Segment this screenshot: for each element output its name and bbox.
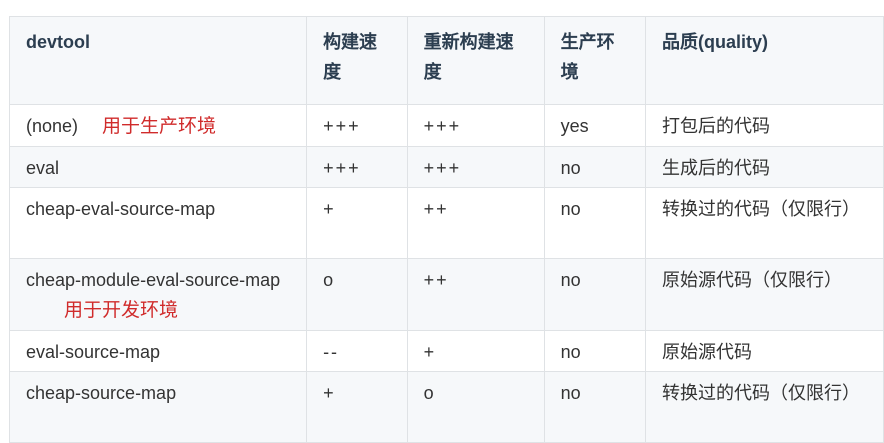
cell-rebuild-speed: +++ [406, 104, 545, 147]
header-rebuild-speed: 重新构建速度 [406, 16, 545, 105]
cell-quality: 打包后的代码 [644, 104, 884, 147]
cell-quality: 转换过的代码（仅限行） [644, 187, 884, 259]
cell-build-speed: + [306, 371, 408, 443]
header-build-speed: 构建速度 [306, 16, 408, 105]
cell-production: no [543, 146, 646, 188]
devtool-value: (none) [26, 116, 79, 136]
devtool-comparison-table: devtool 构建速度 重新构建速度 生产环境 品质(quality) (no… [8, 16, 884, 443]
table-header-row: devtool 构建速度 重新构建速度 生产环境 品质(quality) [8, 16, 884, 105]
cell-build-speed: +++ [306, 146, 408, 188]
cell-build-speed: o [306, 258, 408, 331]
cell-rebuild-speed: + [406, 330, 545, 372]
table-row: eval-source-map -- + no 原始源代码 [8, 330, 884, 372]
cell-devtool: eval-source-map [8, 330, 308, 372]
cell-rebuild-speed: ++ [406, 187, 545, 259]
devtool-value: cheap-module-eval-source-map [26, 270, 281, 290]
table-row: eval +++ +++ no 生成后的代码 [8, 146, 884, 188]
cell-production: no [543, 330, 646, 372]
table-row: cheap-eval-source-map + ++ no 转换过的代码（仅限行… [8, 187, 884, 259]
cell-rebuild-speed: o [406, 371, 545, 443]
cell-build-speed: + [306, 187, 408, 259]
header-quality: 品质(quality) [644, 16, 884, 105]
table-body: (none) 用于生产环境 +++ +++ yes 打包后的代码 eval +++… [8, 104, 884, 443]
table-row: (none) 用于生产环境 +++ +++ yes 打包后的代码 [8, 104, 884, 147]
cell-rebuild-speed: +++ [406, 146, 545, 188]
table-row: cheap-module-eval-source-map用于开发环境 o ++ … [8, 258, 884, 331]
table-header: devtool 构建速度 重新构建速度 生产环境 品质(quality) [8, 16, 884, 105]
cell-build-speed: +++ [306, 104, 408, 147]
devtool-value: cheap-source-map [26, 383, 177, 403]
cell-production: no [543, 371, 646, 443]
cell-devtool: cheap-module-eval-source-map 用于开发环境 [8, 258, 308, 331]
devtool-value: eval [26, 158, 60, 178]
usage-note: 用于生产环境 [102, 116, 217, 137]
cell-quality: 原始源代码 [644, 330, 884, 372]
cell-quality: 原始源代码（仅限行） [644, 258, 884, 331]
header-devtool: devtool [8, 16, 308, 105]
cell-devtool: cheap-source-map [8, 371, 308, 443]
cell-build-speed: -- [306, 330, 408, 372]
cell-rebuild-speed: ++ [406, 258, 545, 331]
cell-production: no [543, 187, 646, 259]
table-row: cheap-source-map + o no 转换过的代码（仅限行） [8, 371, 884, 443]
devtool-value: eval-source-map [26, 342, 161, 362]
cell-production: yes [543, 104, 646, 147]
cell-devtool: eval [8, 146, 308, 188]
devtool-value: cheap-eval-source-map [26, 199, 216, 219]
cell-production: no [543, 258, 646, 331]
cell-devtool: cheap-eval-source-map [8, 187, 308, 259]
cell-devtool: (none) 用于生产环境 [8, 104, 308, 147]
cell-quality: 转换过的代码（仅限行） [644, 371, 884, 443]
cell-quality: 生成后的代码 [644, 146, 884, 188]
devtool-comparison-table-container: devtool 构建速度 重新构建速度 生产环境 品质(quality) (no… [8, 16, 884, 443]
header-production: 生产环境 [543, 16, 646, 105]
usage-note: 用于开发环境 [64, 300, 179, 321]
